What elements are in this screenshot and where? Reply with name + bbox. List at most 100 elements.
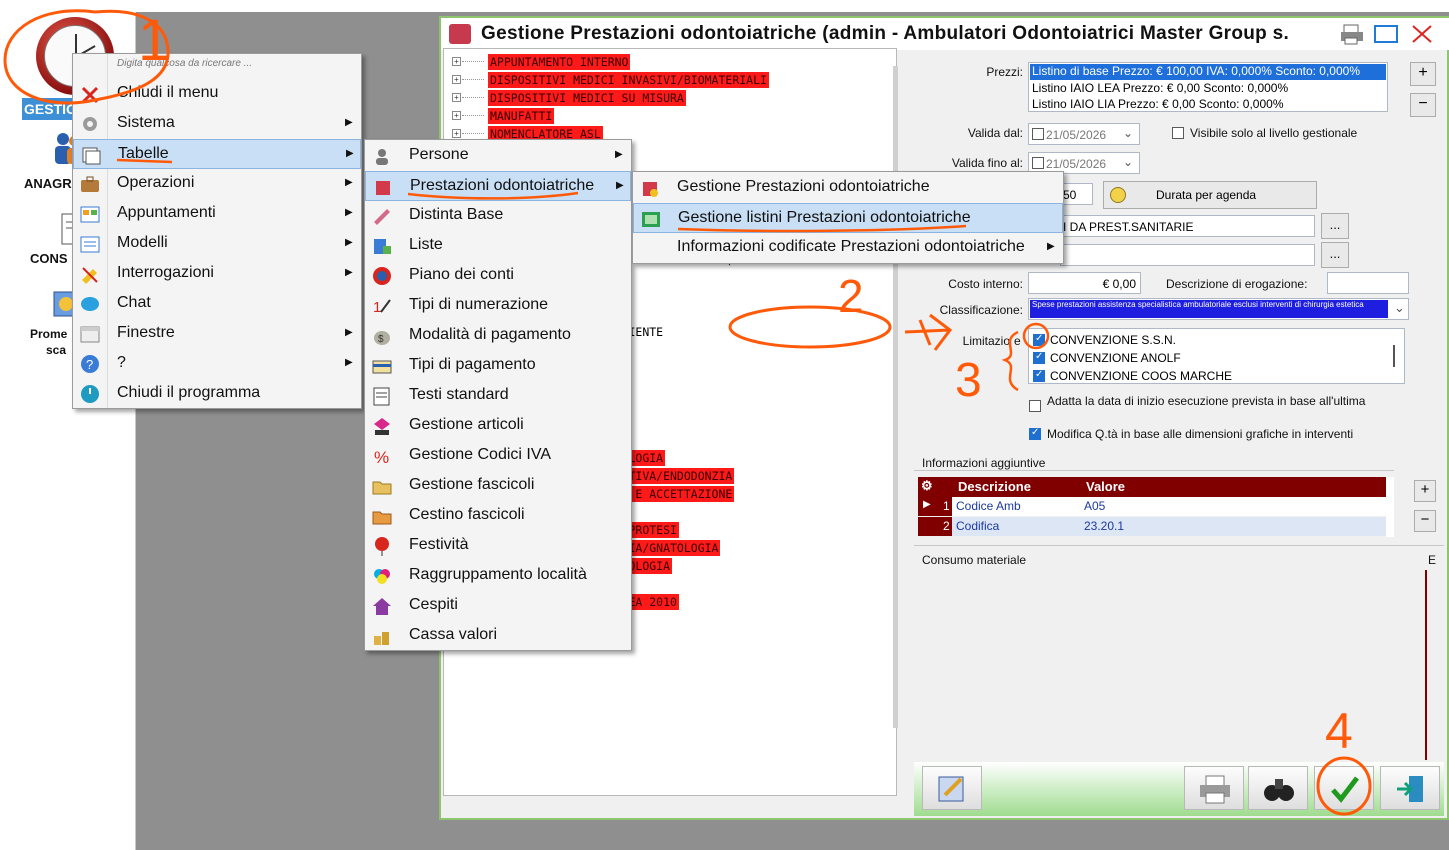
edit-document-button[interactable] (922, 766, 982, 810)
chevron-down-icon[interactable]: ⌄ (1123, 126, 1133, 140)
menu-item-sistema[interactable]: Sistema ▶ (73, 109, 361, 139)
table-row[interactable]: ▶ 1 Codice Amb A05 (918, 497, 1386, 516)
menu-item-interrogazioni[interactable]: Interrogazioni ▶ (73, 259, 361, 289)
window-titlebar: Gestione Prestazioni odontoiatriche (adm… (441, 18, 1449, 50)
menu-item-piano-conti[interactable]: Piano dei conti (365, 261, 631, 291)
menu-item-raggruppamento-localita[interactable]: Raggruppamento località (365, 561, 631, 591)
add-price-button[interactable]: + (1410, 62, 1436, 86)
menu-item-operazioni[interactable]: Operazioni ▶ (73, 169, 361, 199)
menu-item-gestione-prestazioni[interactable]: Gestione Prestazioni odontoiatriche (633, 173, 1063, 203)
expand-icon[interactable]: + (452, 111, 461, 120)
menu-item-gestione-articoli[interactable]: Gestione articoli (365, 411, 631, 441)
chevron-down-icon[interactable]: ⌄ (1394, 300, 1405, 316)
classificazione-label: Classificazione: (939, 303, 1023, 317)
menu-item-codici-iva[interactable]: % Gestione Codici IVA (365, 441, 631, 471)
gear-icon[interactable]: ⚙ (921, 478, 933, 494)
sidebar-label-anagrafica[interactable]: ANAGR (24, 176, 72, 191)
durata-agenda-button[interactable]: Durata per agenda (1103, 181, 1317, 209)
menu-item-modalita-pagamento[interactable]: $ Modalità di pagamento (365, 321, 631, 351)
sidebar-label-scadenze[interactable]: sca (46, 343, 66, 357)
menu-item-cassa-valori[interactable]: Cassa valori (365, 621, 631, 651)
table-row[interactable]: 2 Codifica 23.20.1 (918, 517, 1386, 536)
print-icon[interactable] (1339, 23, 1365, 45)
menu-item-chat[interactable]: Chat (73, 289, 361, 319)
menu-item-tipi-numerazione[interactable]: 1 Tipi di numerazione (365, 291, 631, 321)
remove-price-button[interactable]: − (1410, 93, 1436, 117)
sidebar-label-cons[interactable]: CONS (30, 251, 68, 266)
help-icon: ? (79, 354, 101, 374)
menu-item-testi-standard[interactable]: Testi standard (365, 381, 631, 411)
expand-icon[interactable]: + (452, 75, 461, 84)
tree-item[interactable]: + MANUFATTI (444, 107, 894, 125)
add-info-button[interactable]: + (1414, 480, 1436, 502)
menu-item-appuntamenti[interactable]: Appuntamenti ▶ (73, 199, 361, 229)
menu-search-input[interactable]: Digita qualcosa da ricercare ... (117, 58, 252, 69)
menu-item-chiudi-menu[interactable]: Chiudi il menu (73, 79, 361, 109)
secondary-field[interactable] (1060, 244, 1315, 266)
category-field[interactable]: I DA PREST.SANITARIE (1060, 215, 1315, 237)
limitazioni-list[interactable]: CONVENZIONE S.S.N. CONVENZIONE ANOLF CON… (1028, 328, 1405, 384)
remove-info-button[interactable]: − (1414, 510, 1436, 532)
prestazioni-submenu: Gestione Prestazioni odontoiatriche Gesti… (632, 171, 1064, 264)
confirm-button[interactable] (1314, 766, 1374, 810)
menu-item-liste[interactable]: Liste (365, 231, 631, 261)
checkmark-icon (1331, 776, 1359, 803)
expand-icon[interactable]: + (452, 57, 461, 66)
menu-item-festivita[interactable]: Festività (365, 531, 631, 561)
prezzi-list[interactable]: Listino di base Prezzo: € 100,00 IVA: 0,… (1028, 62, 1388, 112)
menu-item-chiudi-programma[interactable]: Chiudi il programma (73, 379, 361, 409)
limitazione-checkbox[interactable] (1033, 369, 1045, 382)
col-header-valore[interactable]: Valore (1086, 479, 1125, 494)
submenu-arrow-icon: ▶ (345, 177, 353, 188)
tree-scrollbar[interactable] (893, 66, 898, 728)
visibile-checkbox[interactable] (1172, 127, 1184, 139)
valida-dal-checkbox[interactable] (1032, 128, 1044, 140)
tree-item[interactable]: + DISPOSITIVI MEDICI INVASIVI/BIOMATERIAL… (444, 71, 894, 89)
prezzi-item[interactable]: Listino di base Prezzo: € 100,00 IVA: 0,… (1030, 64, 1386, 80)
sidebar-label-promemoria[interactable]: Prome (30, 327, 67, 341)
adatta-checkbox[interactable] (1029, 400, 1041, 412)
expand-icon[interactable]: + (452, 93, 461, 102)
menu-item-cestino-fascicoli[interactable]: Cestino fascicoli (365, 501, 631, 531)
chevron-down-icon[interactable]: ⌄ (1123, 155, 1133, 169)
menu-item-modelli[interactable]: Modelli ▶ (73, 229, 361, 259)
col-header-descrizione[interactable]: Descrizione (958, 479, 1031, 494)
menu-item-tipi-pagamento[interactable]: Tipi di pagamento (365, 351, 631, 381)
consumo-scrollbar[interactable] (1425, 570, 1427, 760)
expand-icon[interactable]: + (452, 129, 461, 138)
classificazione-select[interactable]: Spese prestazioni assistenza specialisti… (1028, 298, 1409, 320)
durata-stepper[interactable]: 50 (1060, 183, 1093, 205)
menu-item-cespiti[interactable]: Cespiti (365, 591, 631, 621)
menu-item-gestione-fascicoli[interactable]: Gestione fascicoli (365, 471, 631, 501)
costo-field[interactable]: € 0,00 (1028, 272, 1141, 294)
category-browse-button[interactable]: ... (1321, 213, 1349, 239)
menu-item-tabelle[interactable]: Tabelle ▶ (73, 139, 361, 169)
exit-button[interactable] (1380, 766, 1440, 810)
menu-item-distinta-base[interactable]: Distinta Base (365, 201, 631, 231)
menu-item-help[interactable]: ?? ▶ (73, 349, 361, 379)
limitazione-checkbox[interactable] (1033, 351, 1045, 364)
menu-item-finestre[interactable]: Finestre ▶ (73, 319, 361, 349)
limitazione-checkbox[interactable] (1033, 333, 1045, 346)
money-icon: $ (371, 326, 393, 346)
menu-item-gestione-listini[interactable]: Gestione listini Prestazioni odontoiatri… (633, 203, 1063, 233)
menu-item-prestazioni[interactable]: Prestazioni odontoiatriche ▶ (365, 171, 631, 201)
prezzi-label: Prezzi: (986, 65, 1023, 79)
list-scrollbar[interactable] (1393, 345, 1395, 367)
modifica-qta-checkbox[interactable] (1029, 427, 1041, 440)
valida-dal-field[interactable]: 21/05/2026 ⌄ (1028, 123, 1140, 145)
tree-item[interactable]: + DISPOSITIVI MEDICI SU MISURA (444, 89, 894, 107)
close-icon[interactable] (1409, 23, 1435, 45)
prezzi-item[interactable]: Listino IAIO LEA Prezzo: € 0,00 Sconto: … (1032, 81, 1288, 95)
search-button[interactable] (1248, 766, 1308, 810)
secondary-browse-button[interactable]: ... (1321, 242, 1349, 268)
tree-item[interactable]: + APPUNTAMENTO INTERNO (444, 53, 894, 71)
prezzi-item[interactable]: Listino IAIO LIA Prezzo: € 0,00 Sconto: … (1032, 97, 1283, 111)
menu-item-label: Cestino fascicoli (409, 506, 525, 523)
menu-item-persone[interactable]: Persone ▶ (365, 141, 631, 171)
descrizione-erogazione-field[interactable] (1327, 272, 1409, 294)
menu-item-informazioni-codificate[interactable]: Informazioni codificate Prestazioni odon… (633, 233, 1063, 263)
print-button[interactable] (1184, 766, 1244, 810)
maximize-icon[interactable] (1373, 23, 1399, 45)
valida-fino-checkbox[interactable] (1032, 157, 1044, 169)
